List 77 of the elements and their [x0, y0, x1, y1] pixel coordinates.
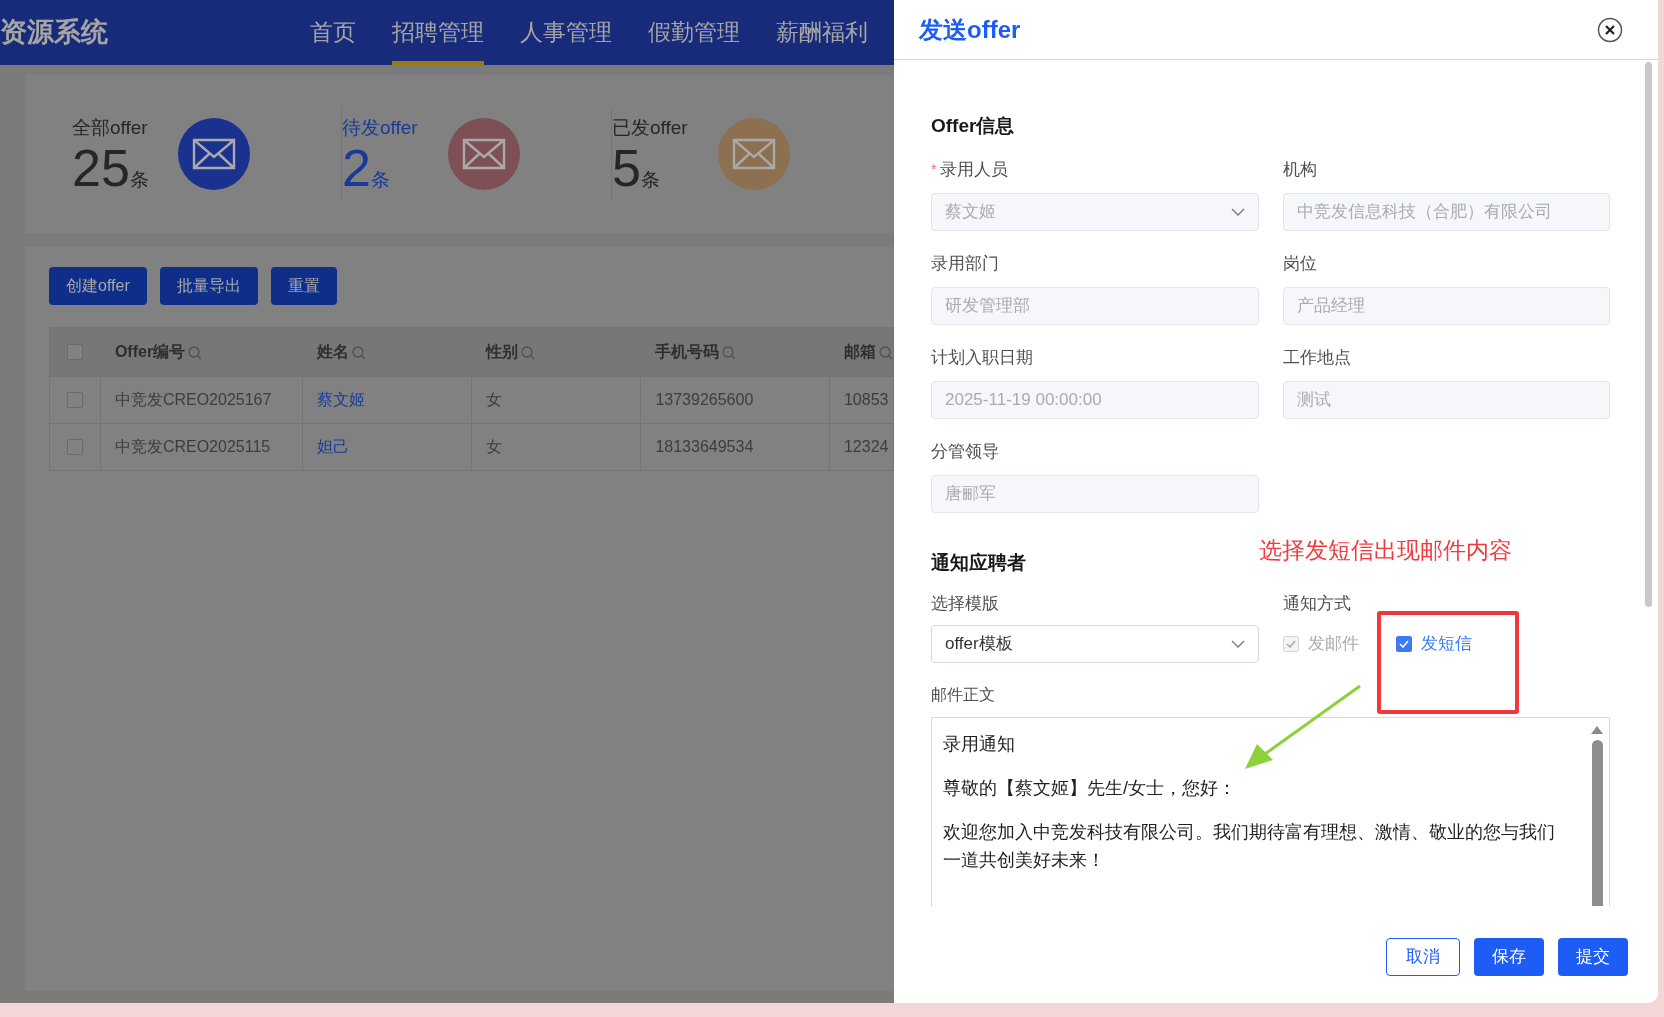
envelope-icon — [732, 138, 776, 170]
stat-unit: 条 — [640, 168, 660, 192]
field-label: 工作地点 — [1282, 346, 1351, 369]
column-header[interactable]: Offer编号 — [114, 343, 186, 360]
search-icon[interactable] — [188, 345, 203, 360]
table-cell: 中竞发CREO2025115 — [114, 438, 271, 455]
close-icon[interactable] — [1597, 16, 1623, 43]
table-cell: 12324 — [843, 438, 889, 455]
name-link[interactable]: 妲己 — [316, 438, 349, 455]
table-cell: 13739265600 — [655, 391, 754, 408]
select-field[interactable]: offer模板 — [931, 625, 1259, 663]
nav-tab[interactable]: 首页 — [310, 0, 356, 65]
stat-unit: 条 — [129, 168, 149, 192]
field-label: 录用部门 — [931, 252, 999, 275]
brand-title: 资源系统 — [0, 16, 109, 50]
column-header[interactable]: 邮箱 — [843, 343, 876, 360]
email-body-editor[interactable]: 录用通知 尊敬的【蔡文姬】先生/女士，您好： 欢迎您加入中竞发科技有限公司。我们期待富有理想、激情、敬业的您与我们一道共创美好未来！ — [931, 717, 1610, 907]
column-header[interactable]: 手机号码 — [655, 343, 720, 360]
name-link[interactable]: 蔡文姬 — [316, 391, 365, 408]
field-label: 通知方式 — [1282, 593, 1352, 613]
field-label: 选择模版 — [931, 593, 1000, 613]
checkbox[interactable] — [67, 392, 83, 408]
email-body-paragraph: 尊敬的【蔡文姬】先生/女士，您好： — [943, 777, 1237, 800]
checkbox[interactable] — [1395, 636, 1412, 652]
scrollbar-thumb[interactable] — [1645, 62, 1652, 607]
field-label: 邮件正文 — [931, 685, 996, 705]
checkbox-label[interactable]: 发短信 — [1420, 631, 1472, 657]
toolbar-button[interactable]: 重置 — [270, 267, 337, 305]
scrollbar-thumb[interactable] — [1591, 740, 1603, 906]
table-cell: 女 — [486, 391, 503, 408]
annotation-text: 选择发短信出现邮件内容 — [1259, 536, 1512, 565]
nav-tab[interactable]: 假勤管理 — [648, 0, 740, 65]
chevron-down-icon — [1230, 640, 1245, 648]
stat-unit: 条 — [370, 168, 390, 192]
column-header[interactable]: 姓名 — [316, 343, 349, 360]
column-header[interactable]: 性别 — [486, 343, 519, 360]
stat-count: 2 — [342, 142, 371, 195]
stat-label[interactable]: 全部offer — [72, 113, 178, 143]
section-title: 通知应聘者 — [931, 550, 1026, 575]
stat-count: 5 — [612, 142, 641, 195]
email-body-paragraph: 欢迎您加入中竞发科技有限公司。我们期待富有理想、激情、敬业的您与我们一道共创美好未来！ — [943, 821, 1556, 872]
field-label: 分管领导 — [931, 440, 999, 463]
check-icon — [1285, 640, 1296, 648]
field-label: 岗位 — [1282, 252, 1317, 275]
search-icon[interactable] — [351, 345, 366, 360]
nav-tab[interactable]: 招聘管理 — [392, 0, 484, 65]
stat-count: 25 — [72, 142, 130, 195]
envelope-icon — [192, 138, 236, 170]
check-icon — [1398, 640, 1409, 648]
table-cell: 18133649534 — [655, 438, 754, 455]
checkbox[interactable] — [67, 344, 83, 360]
envelope-icon — [462, 138, 506, 170]
toolbar-button[interactable]: 创建offer — [49, 267, 147, 305]
search-icon[interactable] — [722, 345, 737, 360]
cancel-button[interactable]: 取消 — [1386, 938, 1460, 976]
required-mark: * — [931, 160, 937, 179]
stat-label[interactable]: 已发offer — [612, 113, 718, 143]
table-cell: 中竞发CREO2025167 — [114, 391, 272, 408]
stat-label[interactable]: 待发offer — [342, 113, 448, 143]
primary-button[interactable]: 提交 — [1558, 938, 1628, 976]
nav-tab[interactable]: 薪酬福利 — [776, 0, 868, 65]
field-label: 录用人员 — [940, 158, 1009, 181]
primary-button[interactable]: 保存 — [1474, 938, 1544, 976]
checkbox[interactable] — [67, 439, 83, 455]
scroll-up-icon[interactable] — [1591, 726, 1603, 734]
search-icon[interactable] — [878, 345, 893, 360]
nav-tab[interactable]: 人事管理 — [520, 0, 612, 65]
field-label: 计划入职日期 — [931, 346, 1033, 369]
table-cell: 女 — [486, 438, 503, 455]
search-icon[interactable] — [521, 345, 536, 360]
drawer-title: 发送offer — [919, 14, 1021, 45]
email-body-paragraph: 录用通知 — [943, 733, 1016, 756]
field-label: 机构 — [1282, 158, 1317, 181]
table-cell: 10853 — [843, 391, 889, 408]
toolbar-button[interactable]: 批量导出 — [159, 267, 258, 305]
chevron-down-icon — [1230, 207, 1245, 216]
section-title: Offer信息 — [931, 114, 1015, 138]
